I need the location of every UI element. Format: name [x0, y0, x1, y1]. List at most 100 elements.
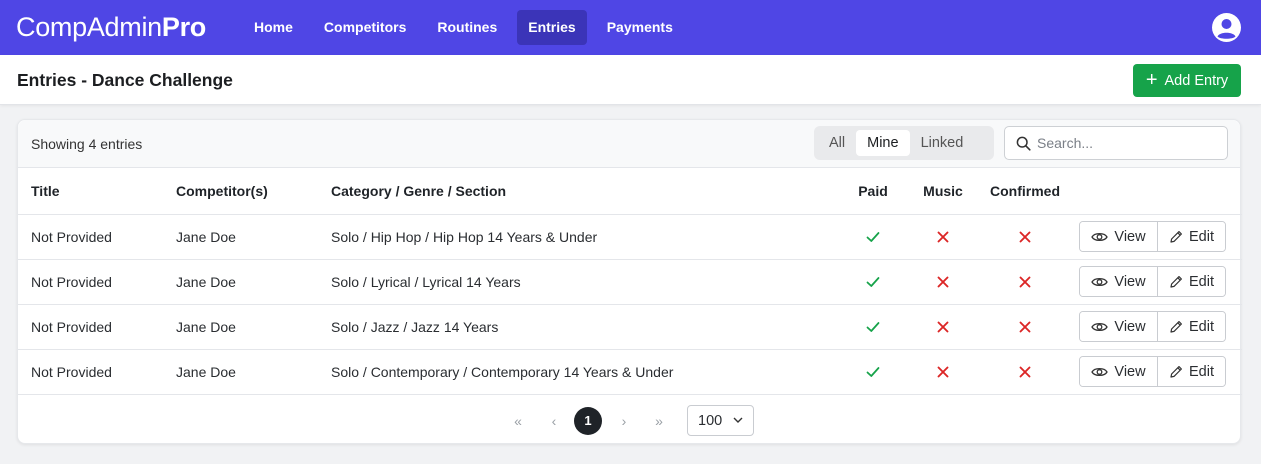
- brand-logo[interactable]: CompAdminPro: [16, 9, 206, 45]
- nav-item-competitors[interactable]: Competitors: [313, 10, 417, 45]
- cell-category: Solo / Lyrical / Lyrical 14 Years: [331, 259, 836, 305]
- pencil-icon: [1170, 320, 1182, 333]
- col-music[interactable]: Music: [910, 168, 976, 215]
- search-input[interactable]: [1037, 135, 1217, 151]
- cross-icon: [937, 321, 949, 333]
- view-label: View: [1114, 318, 1146, 335]
- check-icon: [866, 232, 880, 243]
- edit-label: Edit: [1189, 318, 1214, 335]
- prev-page-button[interactable]: ‹: [542, 409, 566, 433]
- nav-item-home[interactable]: Home: [243, 10, 304, 45]
- view-button[interactable]: View: [1080, 312, 1158, 341]
- cell-title: Not Provided: [18, 214, 176, 260]
- table-row: Not Provided Jane Doe Solo / Contemporary …: [18, 349, 1242, 395]
- next-page-button[interactable]: ›: [612, 409, 636, 433]
- filter-linked[interactable]: Linked: [910, 130, 975, 156]
- col-category[interactable]: Category / Genre / Section: [331, 168, 836, 215]
- cell-music: [910, 214, 976, 260]
- cell-confirmed: [976, 304, 1074, 350]
- col-title[interactable]: Title: [18, 168, 176, 215]
- col-competitors[interactable]: Competitor(s): [176, 168, 331, 215]
- cell-paid: [836, 304, 910, 350]
- table-row: Not Provided Jane Doe Solo / Jazz / Jazz 1…: [18, 304, 1242, 350]
- cell-title: Not Provided: [18, 259, 176, 305]
- page-title: Entries - Dance Challenge: [17, 70, 233, 90]
- cell-music: [910, 349, 976, 395]
- check-icon: [866, 277, 880, 288]
- page-header: Entries - Dance Challenge + Add Entry: [0, 55, 1261, 105]
- cross-icon: [1019, 231, 1031, 243]
- view-button[interactable]: View: [1080, 267, 1158, 296]
- edit-label: Edit: [1189, 363, 1214, 380]
- first-page-button[interactable]: «: [506, 409, 530, 433]
- cell-paid: [836, 259, 910, 305]
- view-button[interactable]: View: [1080, 357, 1158, 386]
- col-confirmed[interactable]: Confirmed: [976, 168, 1074, 215]
- filter-mine[interactable]: Mine: [856, 130, 910, 156]
- edit-label: Edit: [1189, 228, 1214, 245]
- row-actions: View Edit: [1079, 356, 1226, 387]
- view-label: View: [1114, 228, 1146, 245]
- eye-icon: [1091, 277, 1109, 286]
- cell-confirmed: [976, 214, 1074, 260]
- user-circle-icon[interactable]: [1212, 13, 1241, 42]
- col-actions: [1074, 168, 1242, 215]
- filter-all[interactable]: All: [818, 130, 856, 156]
- cross-icon: [1019, 321, 1031, 333]
- page-size-value: 100: [698, 412, 723, 429]
- table-row: Not Provided Jane Doe Solo / Lyrical / Lyr…: [18, 259, 1242, 305]
- edit-button[interactable]: Edit: [1158, 222, 1225, 251]
- check-icon: [866, 322, 880, 333]
- cell-category: Solo / Contemporary / Contemporary 14 Ye…: [331, 349, 836, 395]
- cell-competitor: Jane Doe: [176, 349, 331, 395]
- cell-actions: View Edit: [1074, 214, 1242, 260]
- cell-competitor: Jane Doe: [176, 214, 331, 260]
- cross-icon: [1019, 276, 1031, 288]
- nav-item-routines[interactable]: Routines: [426, 10, 508, 45]
- cross-icon: [937, 276, 949, 288]
- cell-actions: View Edit: [1074, 349, 1242, 395]
- filter-toggle: All Mine Linked: [814, 126, 994, 160]
- cell-actions: View Edit: [1074, 304, 1242, 350]
- edit-label: Edit: [1189, 273, 1214, 290]
- top-navbar: CompAdminPro Home Competitors Routines E…: [0, 0, 1261, 55]
- cell-confirmed: [976, 349, 1074, 395]
- table-header-row: Title Competitor(s) Category / Genre / S…: [18, 168, 1242, 215]
- pencil-icon: [1170, 230, 1182, 243]
- col-paid[interactable]: Paid: [836, 168, 910, 215]
- edit-button[interactable]: Edit: [1158, 357, 1225, 386]
- view-button[interactable]: View: [1080, 222, 1158, 251]
- row-actions: View Edit: [1079, 266, 1226, 297]
- cell-competitor: Jane Doe: [176, 304, 331, 350]
- page-size-select[interactable]: 100: [687, 405, 754, 436]
- table-row: Not Provided Jane Doe Solo / Hip Hop / Hip…: [18, 214, 1242, 260]
- eye-icon: [1091, 232, 1109, 241]
- cell-confirmed: [976, 259, 1074, 305]
- add-entry-button[interactable]: + Add Entry: [1133, 64, 1241, 97]
- showing-count: Showing 4 entries: [31, 136, 143, 152]
- plus-icon: +: [1145, 68, 1158, 91]
- cell-actions: View Edit: [1074, 259, 1242, 305]
- entries-table: Title Competitor(s) Category / Genre / S…: [18, 168, 1242, 395]
- row-actions: View Edit: [1079, 221, 1226, 252]
- eye-icon: [1091, 322, 1109, 331]
- main-nav: Home Competitors Routines Entries Paymen…: [243, 10, 693, 45]
- nav-item-entries[interactable]: Entries: [517, 10, 587, 45]
- row-actions: View Edit: [1079, 311, 1226, 342]
- cell-paid: [836, 349, 910, 395]
- cell-title: Not Provided: [18, 349, 176, 395]
- nav-item-payments[interactable]: Payments: [596, 10, 684, 45]
- view-label: View: [1114, 363, 1146, 380]
- pencil-icon: [1170, 275, 1182, 288]
- edit-button[interactable]: Edit: [1158, 267, 1225, 296]
- last-page-button[interactable]: »: [647, 409, 671, 433]
- card-toolbar: Showing 4 entries All Mine Linked: [18, 120, 1240, 168]
- cross-icon: [937, 366, 949, 378]
- cell-competitor: Jane Doe: [176, 259, 331, 305]
- search-box: [1004, 126, 1228, 160]
- edit-button[interactable]: Edit: [1158, 312, 1225, 341]
- chevron-down-icon: [733, 417, 743, 423]
- page-1-button[interactable]: 1: [574, 407, 602, 435]
- pagination: « ‹ 1 › » 100: [18, 404, 1242, 438]
- view-label: View: [1114, 273, 1146, 290]
